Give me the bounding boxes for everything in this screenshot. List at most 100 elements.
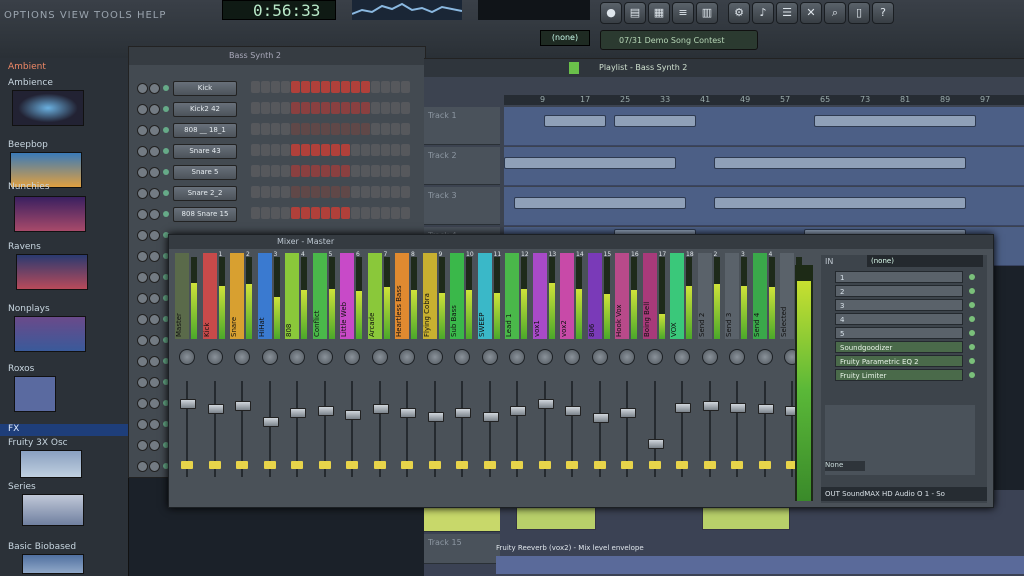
pan-knob[interactable] — [289, 349, 305, 365]
settings-icon[interactable]: ⚙ — [728, 2, 750, 24]
route-button[interactable] — [703, 461, 716, 469]
step-button[interactable] — [281, 207, 290, 219]
step-button[interactable] — [251, 207, 260, 219]
step-button[interactable] — [371, 165, 380, 177]
step-button[interactable] — [391, 165, 400, 177]
step-button[interactable] — [361, 144, 370, 156]
route-button[interactable] — [648, 461, 661, 469]
pattern-clip[interactable] — [544, 115, 606, 127]
pan-knob[interactable] — [564, 349, 580, 365]
volume-fader[interactable] — [757, 404, 774, 414]
volume-fader[interactable] — [455, 408, 471, 418]
step-button[interactable] — [291, 165, 300, 177]
step-button[interactable] — [381, 144, 390, 156]
slot-enable-led[interactable] — [969, 288, 975, 294]
channel-mute-led[interactable] — [163, 85, 169, 91]
step-button[interactable] — [351, 207, 360, 219]
step-button[interactable] — [401, 165, 410, 177]
step-button[interactable] — [291, 81, 300, 93]
pan-knob[interactable] — [206, 349, 223, 365]
channel-button[interactable]: Kick2 42 — [173, 102, 237, 117]
channel-button[interactable]: Snare 5 — [173, 165, 237, 180]
mixer-strip[interactable]: SWEEP 11 — [477, 251, 502, 503]
step-button[interactable] — [381, 123, 390, 135]
channel-button[interactable]: 808 __ 18_1 — [173, 123, 237, 138]
step-button[interactable] — [381, 165, 390, 177]
step-button[interactable] — [301, 81, 310, 93]
route-selector[interactable]: None — [825, 461, 865, 471]
browser-item[interactable]: Nonplays — [8, 304, 50, 314]
main-menu[interactable]: OPTIONS VIEW TOOLS HELP — [4, 10, 166, 21]
mixer-strip[interactable]: HiHat 3 — [257, 251, 282, 503]
step-button[interactable] — [281, 165, 290, 177]
track-header[interactable]: Track 1 — [424, 107, 500, 145]
mixer-strip[interactable]: vox1 13 — [532, 251, 557, 503]
mixer-strip[interactable]: Master — [175, 253, 199, 503]
fx-slot[interactable]: 3 — [835, 299, 963, 311]
step-button[interactable] — [301, 123, 310, 135]
pan-knob[interactable] — [371, 349, 388, 365]
pan-knob[interactable] — [619, 349, 635, 365]
slot-enable-led[interactable] — [969, 330, 975, 336]
step-button[interactable] — [321, 186, 330, 198]
volume-knob[interactable] — [149, 209, 160, 220]
step-button[interactable] — [311, 144, 320, 156]
volume-fader[interactable] — [702, 401, 719, 411]
browser-item[interactable]: Series — [8, 482, 36, 492]
slot-enable-led[interactable] — [969, 344, 975, 350]
browser-button[interactable]: ♪ — [752, 2, 774, 24]
slot-enable-led[interactable] — [969, 274, 975, 280]
step-button[interactable] — [311, 207, 320, 219]
step-button[interactable] — [261, 165, 270, 177]
pan-knob[interactable] — [756, 349, 773, 365]
pan-knob[interactable] — [509, 349, 525, 365]
step-button[interactable] — [321, 207, 330, 219]
fx-slot[interactable]: 4 — [835, 313, 963, 325]
channel-button[interactable]: Kick — [173, 81, 237, 96]
volume-knob[interactable] — [149, 377, 160, 388]
step-button[interactable] — [251, 123, 260, 135]
step-button[interactable] — [361, 207, 370, 219]
step-button[interactable] — [381, 207, 390, 219]
browser-section-header[interactable]: FX — [0, 424, 128, 436]
pan-knob[interactable] — [137, 419, 148, 430]
pan-knob[interactable] — [261, 349, 278, 365]
step-button[interactable] — [301, 102, 310, 114]
preset-thumbnail[interactable] — [14, 376, 56, 412]
step-button[interactable] — [341, 102, 350, 114]
route-button[interactable] — [208, 461, 221, 469]
step-button[interactable] — [301, 165, 310, 177]
volume-fader[interactable] — [207, 404, 224, 414]
channel-rack-title[interactable]: Bass Synth 2 — [129, 47, 425, 65]
pan-knob[interactable] — [137, 398, 148, 409]
pan-knob[interactable] — [646, 349, 663, 365]
volume-fader[interactable] — [675, 403, 691, 413]
pan-knob[interactable] — [137, 146, 148, 157]
volume-fader[interactable] — [262, 417, 279, 427]
pan-knob[interactable] — [729, 349, 745, 365]
playlist-title[interactable]: Playlist - Bass Synth 2 — [424, 59, 1024, 77]
pan-knob[interactable] — [137, 167, 148, 178]
mixer-strip[interactable]: Send 2 2 — [697, 251, 722, 503]
step-button[interactable] — [281, 102, 290, 114]
pan-knob[interactable] — [674, 349, 690, 365]
step-button[interactable] — [331, 207, 340, 219]
pan-knob[interactable] — [137, 461, 148, 472]
pan-knob[interactable] — [137, 272, 148, 283]
step-button[interactable] — [261, 186, 270, 198]
pan-knob[interactable] — [137, 104, 148, 115]
step-button[interactable] — [381, 186, 390, 198]
pattern-clip[interactable] — [714, 197, 966, 209]
pan-knob[interactable] — [137, 83, 148, 94]
step-button[interactable] — [261, 81, 270, 93]
step-button[interactable] — [321, 81, 330, 93]
volume-fader[interactable] — [317, 406, 334, 416]
route-button[interactable] — [538, 461, 551, 469]
snap-icon[interactable] — [569, 62, 579, 74]
route-button[interactable] — [758, 461, 771, 469]
step-button[interactable] — [261, 207, 270, 219]
route-button[interactable] — [593, 461, 606, 469]
mixer-strip[interactable]: 806 15 — [587, 251, 612, 503]
pan-knob[interactable] — [481, 349, 498, 365]
step-button[interactable] — [251, 81, 260, 93]
